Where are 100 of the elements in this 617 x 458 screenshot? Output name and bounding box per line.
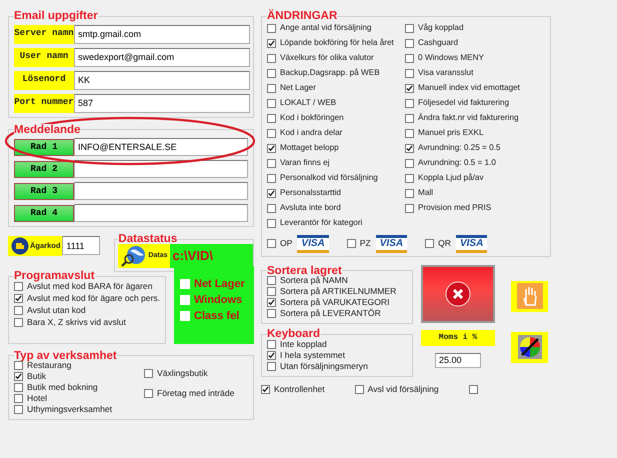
checkbox[interactable]: [144, 368, 153, 378]
checkbox[interactable]: [267, 128, 276, 138]
checkbox[interactable]: [14, 318, 23, 328]
checkbox[interactable]: [14, 383, 23, 392]
checkbox[interactable]: [405, 114, 414, 123]
checkbox[interactable]: [267, 158, 276, 168]
checkbox-label: Visa varansslut: [418, 66, 474, 79]
path-value: c:\VID\: [170, 244, 253, 268]
close-button[interactable]: [421, 264, 495, 323]
checkbox[interactable]: [405, 54, 414, 63]
checkbox[interactable]: [14, 306, 23, 316]
group-title: Email uppgifter: [14, 10, 98, 23]
checkbox[interactable]: [267, 298, 276, 308]
checkbox[interactable]: [354, 385, 364, 394]
checkbox[interactable]: [267, 350, 276, 360]
checkbox-label: Avsl vid försäljning: [368, 383, 439, 396]
row-button[interactable]: Rad 3: [14, 182, 74, 200]
checkbox[interactable]: [267, 188, 276, 198]
checkbox[interactable]: [267, 287, 276, 296]
input-field[interactable]: smtp.gmail.com: [74, 24, 250, 44]
checkbox[interactable]: [405, 174, 414, 183]
checkbox[interactable]: [405, 98, 414, 108]
palette-button[interactable]: [511, 332, 548, 363]
input-field[interactable]: INFO@ENTERSALE.SE: [74, 138, 248, 156]
input-field[interactable]: KK: [74, 70, 250, 90]
checkbox-label: Mottaget belopp: [280, 142, 339, 154]
checkbox[interactable]: [405, 204, 414, 213]
checkbox-label: Sortera på VARUKATEGORI: [280, 296, 390, 308]
checkbox[interactable]: [267, 54, 276, 63]
checkbox[interactable]: [267, 174, 276, 183]
checkbox[interactable]: [346, 239, 356, 248]
row-button[interactable]: Rad 4: [14, 204, 74, 222]
checkbox[interactable]: [405, 24, 414, 33]
field-label: Port nummer: [14, 94, 74, 113]
checkbox-label: Uthymingsverksamhet: [27, 403, 112, 416]
input-field[interactable]: 587: [74, 94, 250, 113]
checkbox-label: Bara X, Z skrivs vid avslut: [27, 316, 126, 330]
checkbox[interactable]: [267, 239, 276, 248]
checkbox[interactable]: [267, 38, 276, 48]
checkbox[interactable]: [267, 218, 276, 228]
hand-icon: [516, 283, 542, 310]
field-label: User namn: [14, 48, 74, 67]
field-label: Lösenord: [14, 70, 74, 90]
checkbox-label: Avsluta inte bord: [280, 202, 341, 214]
checkbox[interactable]: [468, 385, 478, 394]
checkbox-label: Backup,Dagsrapp. på WEB: [280, 66, 380, 79]
checkbox[interactable]: [267, 114, 276, 123]
checkbox-label: Net Lager: [280, 82, 316, 94]
checkbox-label: 0 Windows MENY: [418, 52, 484, 64]
input-field[interactable]: 25.00: [435, 352, 481, 368]
checkbox[interactable]: [267, 24, 276, 33]
checkbox-label: Ändra fakt.nr vid fakturering: [418, 112, 519, 124]
checkbox-label: Ange antal vid försäljning: [280, 22, 372, 34]
checkbox-label: Butik: [27, 370, 46, 384]
checkbox[interactable]: [14, 294, 23, 304]
checkbox[interactable]: [14, 372, 23, 382]
input-field[interactable]: [74, 182, 248, 200]
input-field[interactable]: 1111: [62, 236, 100, 256]
input-field[interactable]: [74, 160, 248, 178]
checkbox[interactable]: [405, 144, 414, 153]
input-field[interactable]: swedexport@gmail.com: [74, 48, 250, 67]
checkbox[interactable]: [267, 98, 276, 108]
group-title: Programavslut: [14, 270, 95, 282]
checkbox-label: Inte kopplad: [280, 338, 327, 351]
checkbox-label: Avslut med kod för ägare och pers.: [27, 292, 160, 306]
checkbox[interactable]: [14, 282, 23, 292]
checkbox-label: Våg kopplad: [418, 22, 464, 34]
checkbox[interactable]: [144, 388, 153, 398]
checkbox[interactable]: [14, 405, 23, 414]
checkbox[interactable]: [267, 309, 276, 318]
checkbox[interactable]: [14, 361, 23, 370]
owner-icon: [10, 236, 30, 255]
checkbox[interactable]: [405, 128, 414, 138]
checkbox[interactable]: [267, 362, 276, 371]
row-button[interactable]: Rad 2: [14, 160, 74, 178]
group-title: Typ av verksamhet: [14, 350, 117, 362]
checkbox[interactable]: [267, 68, 276, 78]
checkbox[interactable]: [405, 38, 414, 48]
checkbox-label: Manuel pris EXKL: [418, 126, 484, 139]
checkbox-label: Växelkurs för olika valutor: [280, 52, 374, 64]
checkbox[interactable]: [267, 204, 276, 213]
checkbox[interactable]: [267, 340, 276, 349]
checkbox-label: I hela systemmet: [280, 349, 345, 362]
checkbox[interactable]: [405, 188, 414, 198]
checkbox-label: Utan försäljningsmeryn: [280, 360, 368, 373]
input-field[interactable]: [74, 204, 248, 222]
row-button[interactable]: Rad 1: [14, 138, 74, 156]
checkbox[interactable]: [425, 239, 434, 248]
card-logo: VISA: [376, 234, 408, 253]
checkbox[interactable]: [267, 84, 276, 93]
checkbox-label: Avslut med kod BARA för ägaren: [27, 281, 152, 294]
checkbox[interactable]: [405, 84, 414, 93]
checkbox-label: Sortera på NAMN: [280, 275, 348, 287]
checkbox[interactable]: [14, 394, 23, 404]
checkbox[interactable]: [267, 276, 276, 286]
checkbox[interactable]: [261, 385, 270, 394]
checkbox[interactable]: [405, 68, 414, 78]
checkbox-label: OP: [280, 237, 292, 250]
checkbox[interactable]: [267, 144, 276, 153]
checkbox[interactable]: [405, 158, 414, 168]
